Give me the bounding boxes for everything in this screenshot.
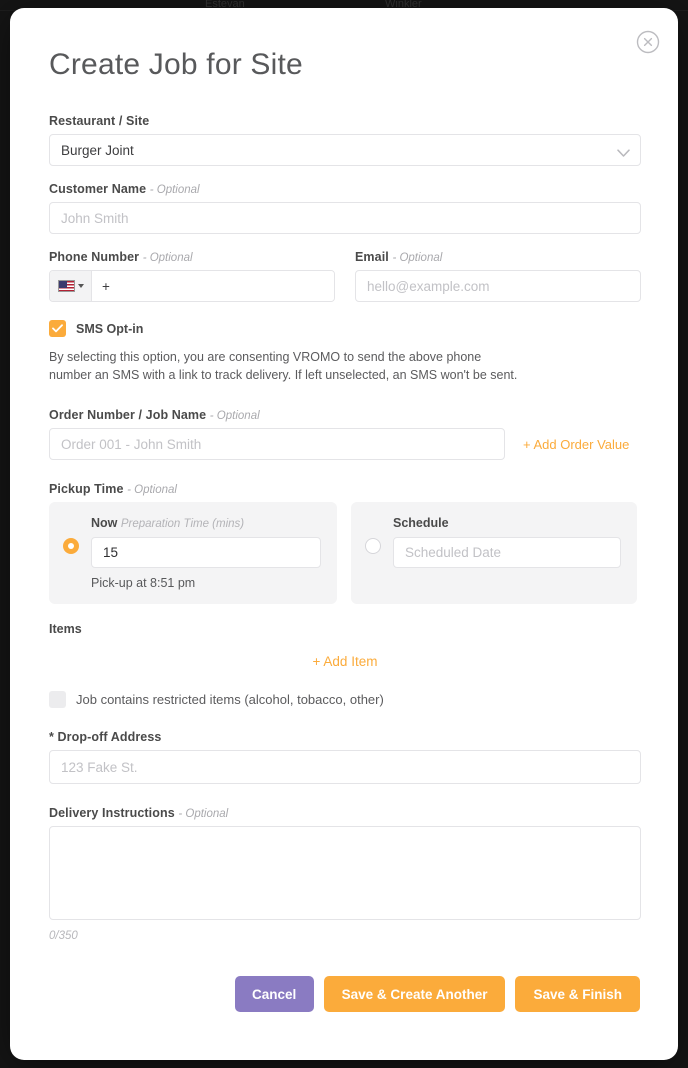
phone-label-text: Phone Number [49, 250, 140, 264]
order-number-optional-tag: - Optional [209, 410, 260, 423]
save-finish-button[interactable]: Save & Finish [515, 976, 640, 1012]
email-label: Email - Optional [355, 250, 641, 264]
add-item-link[interactable]: + Add Item [49, 654, 641, 669]
create-job-form: Restaurant / Site Customer Name - Option… [49, 114, 641, 942]
chevron-down-icon [77, 284, 84, 288]
order-number-label-text: Order Number / Job Name [49, 408, 207, 423]
customer-name-label: Customer Name - Optional [49, 182, 641, 196]
country-selector[interactable] [50, 271, 92, 301]
site-label: Restaurant / Site [49, 114, 641, 128]
sms-optin-row[interactable]: SMS Opt-in [49, 320, 641, 337]
pickup-now-title-text: Now [91, 516, 118, 531]
pickup-time-options: Now Preparation Time (mins) Pick-up at 8… [49, 502, 641, 605]
close-icon[interactable] [636, 30, 660, 54]
pickup-time-optional-tag: - Optional [127, 484, 177, 497]
scheduled-date-input[interactable] [393, 537, 621, 569]
field-group-pickup-time: Pickup Time - Optional Now Preparation T… [49, 482, 641, 605]
email-optional-tag: - Optional [392, 252, 443, 264]
site-label-text: Restaurant / Site [49, 114, 150, 128]
pickup-option-now[interactable]: Now Preparation Time (mins) Pick-up at 8… [49, 502, 337, 605]
pickup-now-radio[interactable] [63, 538, 79, 555]
preparation-time-input[interactable] [91, 537, 321, 569]
items-label: Items [49, 622, 82, 637]
dropoff-label: * Drop-off Address [49, 730, 162, 745]
field-group-phone-email: Phone Number - Optional Email - Optional [49, 250, 641, 302]
pickup-now-body: Now Preparation Time (mins) Pick-up at 8… [91, 516, 321, 590]
create-job-modal: Create Job for Site Restaurant / Site Cu… [10, 8, 678, 1060]
restricted-items-row[interactable]: Job contains restricted items (alcohol, … [49, 691, 641, 709]
page-title: Create Job for Site [49, 48, 303, 81]
pickup-now-title: Now Preparation Time (mins) [91, 516, 321, 530]
customer-name-optional-tag: - Optional [149, 184, 200, 196]
phone-input[interactable] [92, 271, 334, 301]
modal-footer: Cancel Save & Create Another Save & Fini… [10, 956, 678, 1060]
instructions-label: Delivery Instructions - Optional [49, 806, 641, 820]
field-group-order-number: Order Number / Job Name - Optional + Add… [49, 408, 641, 461]
phone-label: Phone Number - Optional [49, 250, 335, 264]
cancel-button[interactable]: Cancel [234, 976, 314, 1012]
pickup-schedule-body: Schedule [393, 516, 621, 590]
add-order-value-link[interactable]: + Add Order Value [523, 437, 629, 452]
field-group-items: Items + Add Item [49, 622, 641, 669]
field-group-instructions: Delivery Instructions - Optional 0/350 [49, 806, 641, 942]
customer-name-input[interactable] [49, 202, 641, 234]
dropoff-address-input[interactable] [49, 750, 641, 785]
customer-name-label-text: Customer Name [49, 182, 147, 196]
pickup-time-label: Pickup Time - Optional [49, 482, 641, 496]
restricted-items-checkbox[interactable] [49, 691, 66, 709]
field-group-email: Email - Optional [355, 250, 641, 302]
field-group-dropoff: * Drop-off Address [49, 730, 641, 785]
us-flag-icon [57, 280, 75, 292]
restricted-items-label: Job contains restricted items (alcohol, … [76, 692, 384, 708]
instructions-label-text: Delivery Instructions [49, 806, 175, 821]
pickup-schedule-title: Schedule [393, 516, 449, 531]
instructions-optional-tag: - Optional [178, 808, 229, 821]
site-select[interactable] [49, 134, 641, 166]
pickup-time-label-text: Pickup Time [49, 482, 124, 497]
save-create-another-button[interactable]: Save & Create Another [323, 976, 506, 1012]
sms-optin-label: SMS Opt-in [76, 321, 144, 336]
phone-optional-tag: - Optional [142, 252, 193, 264]
sms-consent-text: By selecting this option, you are consen… [49, 350, 518, 383]
order-number-row: + Add Order Value [49, 428, 641, 461]
pickup-now-note: Pick-up at 8:51 pm [91, 576, 196, 591]
delivery-instructions-textarea[interactable] [49, 826, 641, 921]
order-number-label: Order Number / Job Name - Optional [49, 408, 641, 422]
field-group-customer-name: Customer Name - Optional [49, 182, 641, 234]
pickup-now-subtitle: Preparation Time (mins) [120, 518, 245, 531]
email-label-text: Email [355, 250, 389, 264]
email-input[interactable] [355, 270, 641, 302]
order-number-input[interactable] [49, 428, 505, 461]
field-group-sms-optin: SMS Opt-in By selecting this option, you… [49, 320, 641, 384]
site-select-wrapper[interactable] [49, 134, 641, 166]
pickup-schedule-radio[interactable] [365, 538, 381, 555]
field-group-phone: Phone Number - Optional [49, 250, 335, 302]
field-group-site: Restaurant / Site [49, 114, 641, 166]
sms-optin-checkbox[interactable] [49, 320, 66, 337]
pickup-option-schedule[interactable]: Schedule [351, 502, 637, 605]
phone-input-group [49, 270, 335, 302]
instructions-char-counter: 0/350 [49, 930, 78, 943]
